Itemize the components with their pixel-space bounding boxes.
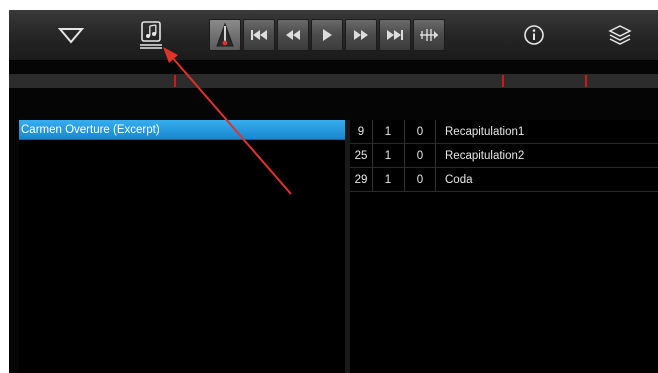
fast-forward-icon[interactable] [345,19,377,51]
marker-beat: 1 [384,126,392,138]
marker-bar: 9 [357,126,365,138]
play-icon[interactable] [311,19,343,51]
timeline-marker[interactable] [502,75,504,87]
marker-name: Recapitulation2 [445,150,525,162]
loop-icon[interactable] [413,19,445,51]
marker-tick: 0 [416,174,424,186]
marker-name: Recapitulation1 [445,126,525,138]
marker-row[interactable]: 29 1 0 Coda [350,168,658,192]
marker-beat: 1 [384,174,392,186]
timeline-marker[interactable] [174,75,176,87]
triangle-down-icon[interactable] [54,18,88,52]
layers-icon[interactable] [605,18,635,52]
marker-list: 9 1 0 Recapitulation1 25 1 0 Recapitulat… [350,120,658,373]
marker-bar: 25 [354,150,368,162]
marker-tick: 0 [416,150,424,162]
skip-to-start-icon[interactable] [243,19,275,51]
song-list: Carmen Overture (Excerpt) [19,120,345,373]
rewind-icon[interactable] [277,19,309,51]
metronome-icon[interactable] [209,19,241,51]
timeline-bar[interactable] [9,74,658,88]
marker-row[interactable]: 9 1 0 Recapitulation1 [350,120,658,144]
toolbar [9,10,658,61]
marker-beat: 1 [384,150,392,162]
transport-controls [209,19,445,51]
marker-name: Coda [445,174,473,186]
skip-to-end-icon[interactable] [379,19,411,51]
marker-bar: 29 [354,174,368,186]
marker-tick: 0 [416,126,424,138]
marker-row[interactable]: 25 1 0 Recapitulation2 [350,144,658,168]
info-icon[interactable] [519,18,549,52]
timeline-marker[interactable] [585,75,587,87]
song-list-item-selected[interactable]: Carmen Overture (Excerpt) [19,120,345,140]
app-window: Carmen Overture (Excerpt) 9 1 0 Recapitu… [9,10,658,373]
score-icon[interactable] [137,18,165,52]
